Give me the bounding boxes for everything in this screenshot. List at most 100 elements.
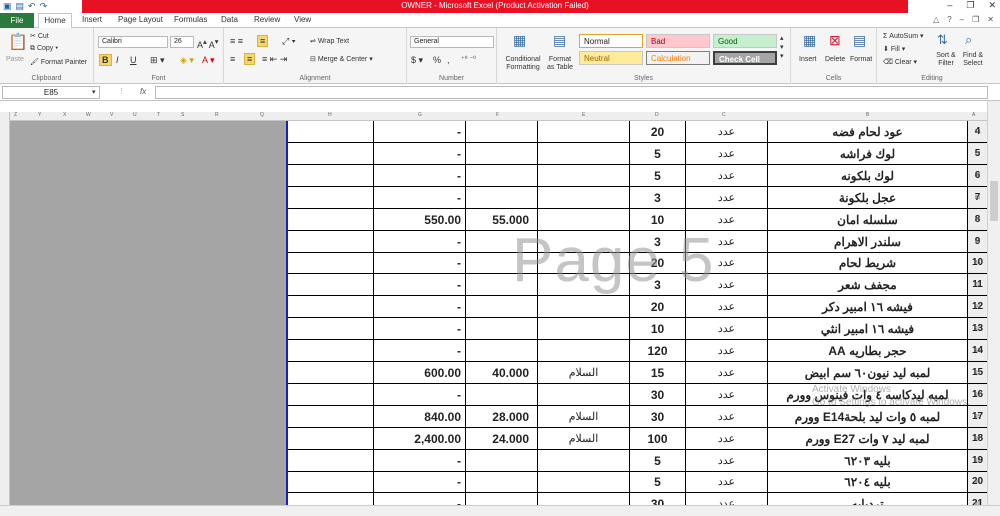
cell-col-g[interactable]: -: [374, 186, 466, 209]
row-header[interactable]: 82: [968, 121, 987, 143]
redo-icon[interactable]: ↷: [40, 1, 48, 12]
cell-col-f[interactable]: [466, 142, 538, 165]
column-header[interactable]: V: [110, 112, 113, 118]
cell-col-h[interactable]: [286, 318, 374, 341]
row-header[interactable]: 90: [968, 296, 987, 318]
cell-col-g[interactable]: -: [374, 296, 466, 319]
wrap-text-button[interactable]: ⇌ Wrap Text: [310, 37, 349, 45]
undo-icon[interactable]: ↶: [28, 1, 36, 12]
row-header[interactable]: 86: [968, 209, 987, 231]
cell-col-c[interactable]: عدد: [686, 121, 768, 143]
tab-insert[interactable]: Insert: [82, 15, 102, 24]
tab-page-layout[interactable]: Page Layout: [118, 15, 163, 24]
column-header[interactable]: R: [215, 112, 219, 118]
row-header[interactable]: 91: [968, 318, 987, 340]
cell-col-g[interactable]: 840.00: [374, 405, 466, 428]
cell-col-b[interactable]: عود لحام فضه: [768, 121, 968, 143]
style-neutral[interactable]: Neutral: [579, 51, 643, 65]
fill-color-icon[interactable]: ◈ ▾: [180, 55, 194, 66]
cell-col-e[interactable]: السلام: [538, 427, 630, 450]
cell-col-f[interactable]: 28.000: [466, 405, 538, 428]
column-header[interactable]: D: [655, 112, 659, 118]
format-painter-button[interactable]: 🖌 Format Painter: [30, 58, 87, 66]
cut-button[interactable]: ✂ Cut: [30, 32, 49, 40]
column-header[interactable]: S: [181, 112, 184, 118]
cell-col-d[interactable]: 5: [630, 142, 686, 165]
row-header[interactable]: 93: [968, 362, 987, 384]
column-header[interactable]: Z: [14, 112, 17, 118]
autosum-button[interactable]: Σ AutoSum ▾: [883, 32, 924, 40]
cell-col-c[interactable]: عدد: [686, 449, 768, 472]
align-right-icon[interactable]: ≡ ⇤ ⇥: [262, 54, 287, 65]
cell-col-b[interactable]: فيشه ١٦ امبير دكر: [768, 296, 968, 319]
excel-icon[interactable]: ▣: [3, 1, 12, 12]
column-header[interactable]: C: [722, 112, 726, 118]
align-left-icon[interactable]: ≡: [230, 54, 235, 64]
cell-col-c[interactable]: عدد: [686, 361, 768, 384]
copy-button[interactable]: ⧉ Copy ▾: [30, 45, 58, 53]
cell-col-e[interactable]: [538, 340, 630, 362]
cell-col-g[interactable]: -: [374, 230, 466, 253]
cell-col-c[interactable]: عدد: [686, 427, 768, 450]
cell-col-h[interactable]: [286, 383, 374, 406]
cell-col-e[interactable]: [538, 471, 630, 494]
cell-col-c[interactable]: عدد: [686, 296, 768, 319]
cell-col-f[interactable]: [466, 340, 538, 362]
tab-file[interactable]: File: [0, 13, 34, 28]
cell-col-g[interactable]: 550.00: [374, 208, 466, 231]
cell-col-h[interactable]: [286, 208, 374, 231]
row-header[interactable]: 87: [968, 231, 987, 253]
merge-center-button[interactable]: ⊟ Merge & Center ▾: [310, 55, 373, 63]
tab-home[interactable]: Home: [38, 13, 72, 29]
cell-col-h[interactable]: [286, 427, 374, 450]
row-header[interactable]: 97: [968, 450, 987, 472]
column-header[interactable]: F: [496, 112, 499, 118]
cell-col-e[interactable]: [538, 164, 630, 187]
font-color-icon[interactable]: A ▾: [202, 55, 215, 66]
delete-cells-icon[interactable]: ⊠: [829, 32, 841, 49]
cell-col-h[interactable]: [286, 449, 374, 472]
cell-col-c[interactable]: عدد: [686, 318, 768, 341]
cell-col-b[interactable]: عجل بلكونة: [768, 186, 968, 209]
workbook-close-icon[interactable]: ✕: [987, 15, 994, 24]
cell-col-h[interactable]: [286, 405, 374, 428]
tab-view[interactable]: View: [294, 15, 311, 24]
cell-col-g[interactable]: 600.00: [374, 361, 466, 384]
insert-button[interactable]: Insert: [799, 56, 817, 63]
restore-icon[interactable]: ❐: [966, 0, 974, 11]
format-table-button[interactable]: Format as Table: [545, 56, 575, 72]
cell-col-e[interactable]: السلام: [538, 405, 630, 428]
cell-col-d[interactable]: 5: [630, 449, 686, 472]
save-icon[interactable]: ▤: [16, 1, 25, 12]
cell-col-d[interactable]: 5: [630, 471, 686, 494]
percent-button[interactable]: %: [433, 55, 441, 65]
insert-function-icon[interactable]: fx: [140, 87, 146, 96]
tab-data[interactable]: Data: [221, 15, 238, 24]
cell-col-d[interactable]: 20: [630, 296, 686, 319]
cell-col-g[interactable]: -: [374, 383, 466, 406]
cell-col-f[interactable]: [466, 121, 538, 143]
paste-icon[interactable]: 📋: [8, 32, 28, 52]
cell-col-d[interactable]: 10: [630, 318, 686, 341]
cell-col-g[interactable]: 2,400.00: [374, 427, 466, 450]
cell-col-d[interactable]: 20: [630, 121, 686, 143]
row-header[interactable]: 92: [968, 340, 987, 362]
cell-col-d[interactable]: 15: [630, 361, 686, 384]
comma-button[interactable]: ,: [447, 55, 450, 65]
format-cells-icon[interactable]: ▤: [853, 32, 866, 49]
cell-col-c[interactable]: عدد: [686, 471, 768, 494]
cell-col-f[interactable]: 24.000: [466, 427, 538, 450]
name-box-dropdown-icon[interactable]: ▾: [92, 88, 96, 96]
paste-button[interactable]: Paste: [6, 56, 24, 63]
cell-col-b[interactable]: فيشه ١٦ امبير انثي: [768, 318, 968, 341]
tab-formulas[interactable]: Formulas: [174, 15, 207, 24]
cell-col-f[interactable]: [466, 383, 538, 406]
borders-icon[interactable]: ⊞ ▾: [150, 55, 165, 66]
cell-col-h[interactable]: [286, 252, 374, 275]
conditional-formatting-icon[interactable]: ▦: [513, 32, 526, 49]
cell-col-g[interactable]: -: [374, 340, 466, 362]
cell-col-c[interactable]: عدد: [686, 340, 768, 362]
cell-col-h[interactable]: [286, 340, 374, 362]
workbook-restore-icon[interactable]: ❐: [972, 15, 979, 24]
cell-col-h[interactable]: [286, 230, 374, 253]
